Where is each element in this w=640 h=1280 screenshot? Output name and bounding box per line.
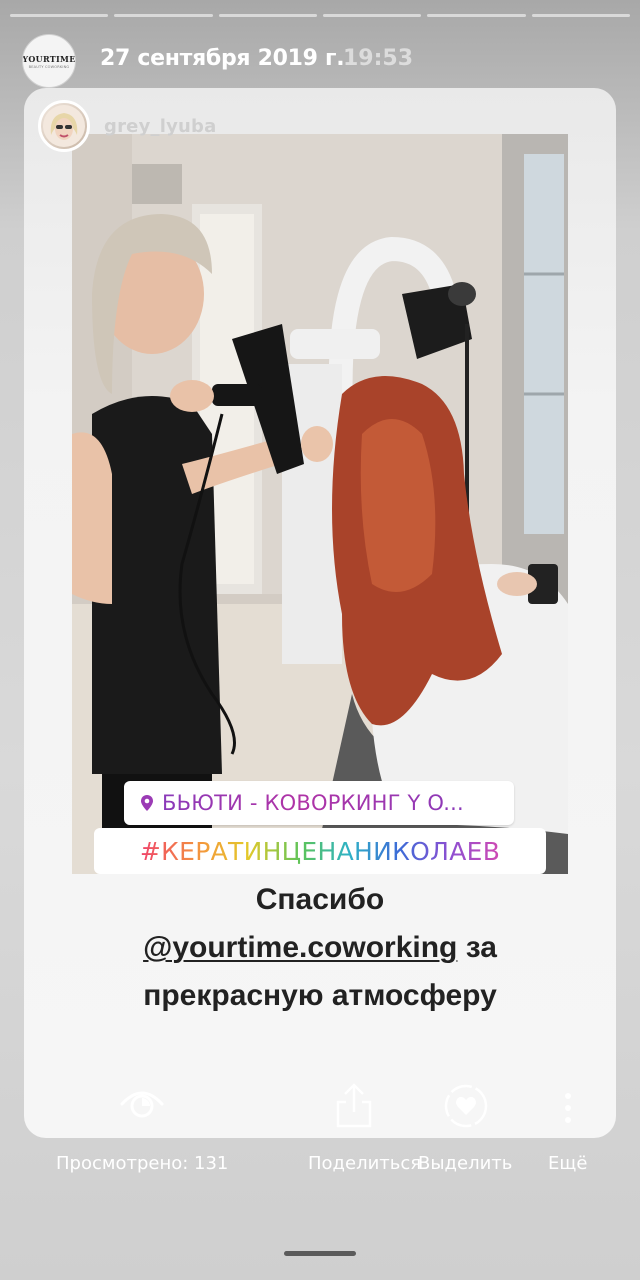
account-avatar[interactable]: YOURTIME BEAUTY COWORKING [22,34,76,88]
reshared-author-avatar[interactable] [38,100,90,152]
progress-segment [322,14,422,17]
share-icon[interactable] [334,1082,374,1128]
progress-segment [10,14,109,17]
caption-line-2-rest: за [457,931,497,964]
story-caption: Спасибо @yourtime.coworking за прекрасну… [24,876,616,1020]
salon-scene-image [72,134,568,874]
location-sticker-text: БЬЮТИ - КОВОРКИНГ Y O... [162,791,464,815]
more-button-label[interactable]: Ещё [548,1152,587,1176]
story-time: 19:53 [343,46,414,71]
highlight-heart-icon[interactable] [442,1082,490,1130]
home-indicator[interactable] [284,1251,356,1256]
reshared-author-username[interactable]: grey_lyuba [104,116,216,137]
hashtag-sticker-text: #КЕРАТИНЦЕНАНИКОЛАЕВ [139,836,501,866]
caption-line-3: прекрасную атмосферу [143,979,497,1012]
progress-segment [531,14,630,17]
share-button-label[interactable]: Поделиться [308,1152,421,1176]
caption-line-1: Спасибо [255,883,385,916]
location-pin-icon [141,795,153,811]
post-video[interactable] [72,134,568,874]
mention-link[interactable]: @yourtime.coworking [143,931,457,964]
profile-avatar-icon [43,105,85,147]
story-date: 27 сентября 2019 г. [100,46,345,71]
seen-by-icon[interactable] [118,1082,166,1122]
caption-line-2: @yourtime.coworking за [24,924,616,972]
progress-segment [114,14,213,17]
account-logo-subtext: BEAUTY COWORKING [28,64,70,69]
progress-segment [427,14,526,17]
hashtag-sticker[interactable]: #КЕРАТИНЦЕНАНИКОЛАЕВ [94,828,546,874]
story-progress-bar [10,14,630,17]
seen-count-label[interactable]: Просмотрено: 131 [56,1152,228,1176]
location-sticker[interactable]: БЬЮТИ - КОВОРКИНГ Y O... [124,781,514,825]
account-logo-text: YOURTIME [22,53,76,64]
progress-segment [218,14,317,17]
highlight-button-label[interactable]: Выделить [418,1152,512,1176]
reshared-post-card[interactable]: grey_lyuba БЬЮТИ - КОВОРКИНГ Y O... #КЕР… [24,88,616,1138]
more-options-icon[interactable] [562,1090,574,1126]
